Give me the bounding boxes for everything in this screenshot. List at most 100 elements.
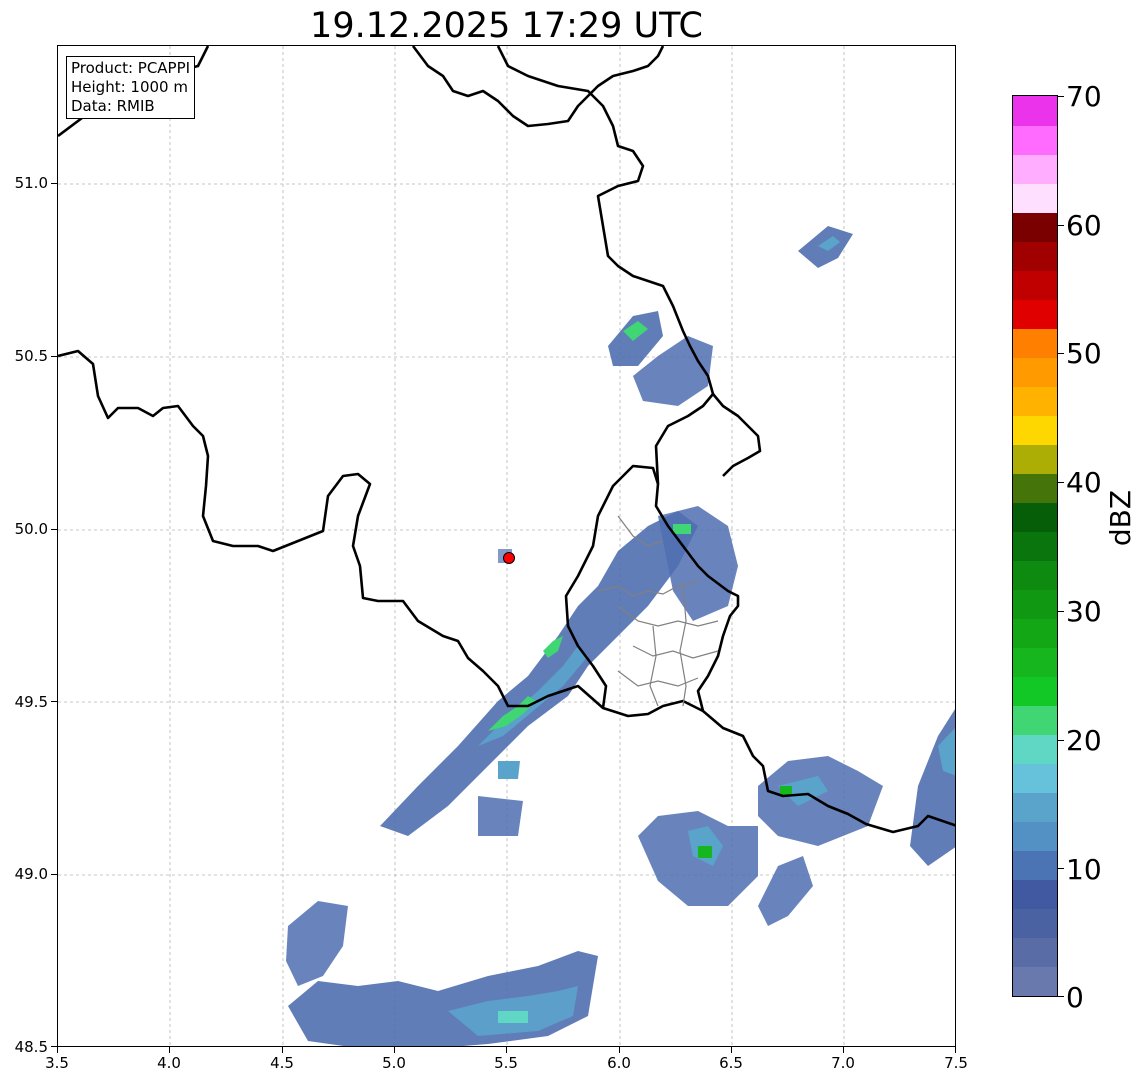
echo-south-west [286, 901, 348, 986]
x-tick-mark [282, 1047, 283, 1053]
x-tick-label: 4.0 [157, 1054, 181, 1072]
colorbar-tick-label: 0 [1066, 981, 1084, 1014]
colorbar-tick-label: 50 [1066, 337, 1102, 370]
colorbar-tick-mark [1058, 740, 1064, 741]
colorbar-title: dBZ [1104, 489, 1137, 547]
info-data-source: Data: RMIB [71, 97, 155, 115]
y-tick-mark [51, 701, 57, 702]
y-tick-label: 51.0 [14, 174, 48, 192]
y-tick-mark [51, 874, 57, 875]
y-tick-label: 49.0 [14, 865, 48, 883]
colorbar-segment [1013, 589, 1057, 620]
info-height: Height: 1000 m [71, 78, 188, 96]
colorbar-segment [1013, 763, 1057, 794]
x-tick-mark [619, 1047, 620, 1053]
colorbar-segment [1013, 444, 1057, 474]
radar-site-marker [503, 552, 515, 564]
x-tick-label: 6.5 [719, 1054, 743, 1072]
colorbar-segment [1013, 415, 1057, 445]
colorbar-tick-mark [1058, 996, 1064, 997]
x-tick-mark [843, 1047, 844, 1053]
gridlines [58, 46, 955, 1046]
y-tick-label: 48.5 [14, 1038, 48, 1056]
map-title: 19.12.2025 17:29 UTC [310, 6, 703, 46]
colorbar-tick-mark [1058, 611, 1064, 612]
colorbar-tick-label: 60 [1066, 209, 1102, 242]
echo-east-1-core [673, 524, 691, 534]
colorbar-segment [1013, 154, 1057, 184]
colorbar-tick-mark [1058, 96, 1064, 97]
x-tick-label: 6.0 [607, 1054, 631, 1072]
x-tick-label: 5.5 [494, 1054, 518, 1072]
colorbar-tick-mark [1058, 868, 1064, 869]
colorbar-segment [1013, 879, 1057, 910]
echo-east-edge [910, 709, 955, 866]
y-tick-mark [51, 183, 57, 184]
colorbar-tick-mark [1058, 353, 1064, 354]
product-info-box: Product: PCAPPI Height: 1000 m Data: RMI… [66, 56, 196, 119]
colorbar-tick-mark [1058, 482, 1064, 483]
x-tick-mark [506, 1047, 507, 1053]
colorbar-tick-label: 40 [1066, 466, 1102, 499]
colorbar-segment [1013, 908, 1057, 939]
colorbar-segment [1013, 299, 1057, 329]
x-tick-label: 5.0 [382, 1054, 406, 1072]
colorbar-segment [1013, 618, 1057, 649]
echo-cell-small [478, 796, 523, 836]
colorbar-scale [1012, 95, 1058, 997]
x-tick-mark [394, 1047, 395, 1053]
colorbar-segment [1013, 560, 1057, 591]
radar-map[interactable] [57, 45, 956, 1047]
x-tick-label: 7.0 [831, 1054, 855, 1072]
colorbar-tick-label: 70 [1066, 80, 1102, 113]
echo-main-band-core [478, 646, 588, 746]
colorbar-segment [1013, 705, 1057, 736]
x-tick-label: 7.5 [944, 1054, 968, 1072]
colorbar-tick-label: 10 [1066, 853, 1102, 886]
colorbar-segment [1013, 270, 1057, 300]
border-ne [712, 393, 762, 477]
x-tick-label: 3.5 [45, 1054, 69, 1072]
colorbar-segment [1013, 966, 1057, 997]
colorbar-segment [1013, 502, 1057, 532]
colorbar-segment [1013, 386, 1057, 416]
colorbar-segment [1013, 792, 1057, 823]
colorbar-segment [1013, 473, 1057, 503]
x-tick-mark [57, 1047, 58, 1053]
colorbar-tick-mark [1058, 225, 1064, 226]
y-tick-mark [51, 356, 57, 357]
echo-east-1 [658, 506, 738, 621]
echo-cell-small2 [498, 761, 520, 779]
map-canvas [58, 46, 955, 1046]
colorbar-segment [1013, 531, 1057, 561]
y-tick-label: 50.0 [14, 520, 48, 538]
colorbar-segment [1013, 96, 1057, 126]
x-tick-mark [955, 1047, 956, 1053]
y-tick-label: 49.5 [14, 693, 48, 711]
colorbar-segment [1013, 241, 1057, 271]
colorbar-segment [1013, 647, 1057, 678]
colorbar-segment [1013, 328, 1057, 358]
colorbar-segment [1013, 821, 1057, 852]
colorbar-segment [1013, 676, 1057, 707]
colorbar-segment [1013, 357, 1057, 387]
info-product: Product: PCAPPI [71, 59, 191, 77]
colorbar-segment [1013, 937, 1057, 968]
precipitation-echoes [286, 226, 955, 1046]
echo-main-band [380, 511, 698, 836]
x-tick-label: 4.5 [270, 1054, 294, 1072]
colorbar-segment [1013, 183, 1057, 213]
border-east-north [496, 46, 715, 485]
y-tick-label: 50.5 [14, 347, 48, 365]
colorbar-segment [1013, 734, 1057, 765]
colorbar-segment [1013, 850, 1057, 881]
colorbar-segment [1013, 125, 1057, 155]
echo-se-3 [758, 856, 813, 926]
x-tick-mark [731, 1047, 732, 1053]
x-tick-mark [169, 1047, 170, 1053]
echo-south-core [498, 1011, 528, 1023]
colorbar-segment [1013, 212, 1057, 242]
colorbar-tick-label: 30 [1066, 595, 1102, 628]
colorbar-tick-label: 20 [1066, 724, 1102, 757]
echo-se-1-green [698, 846, 712, 858]
